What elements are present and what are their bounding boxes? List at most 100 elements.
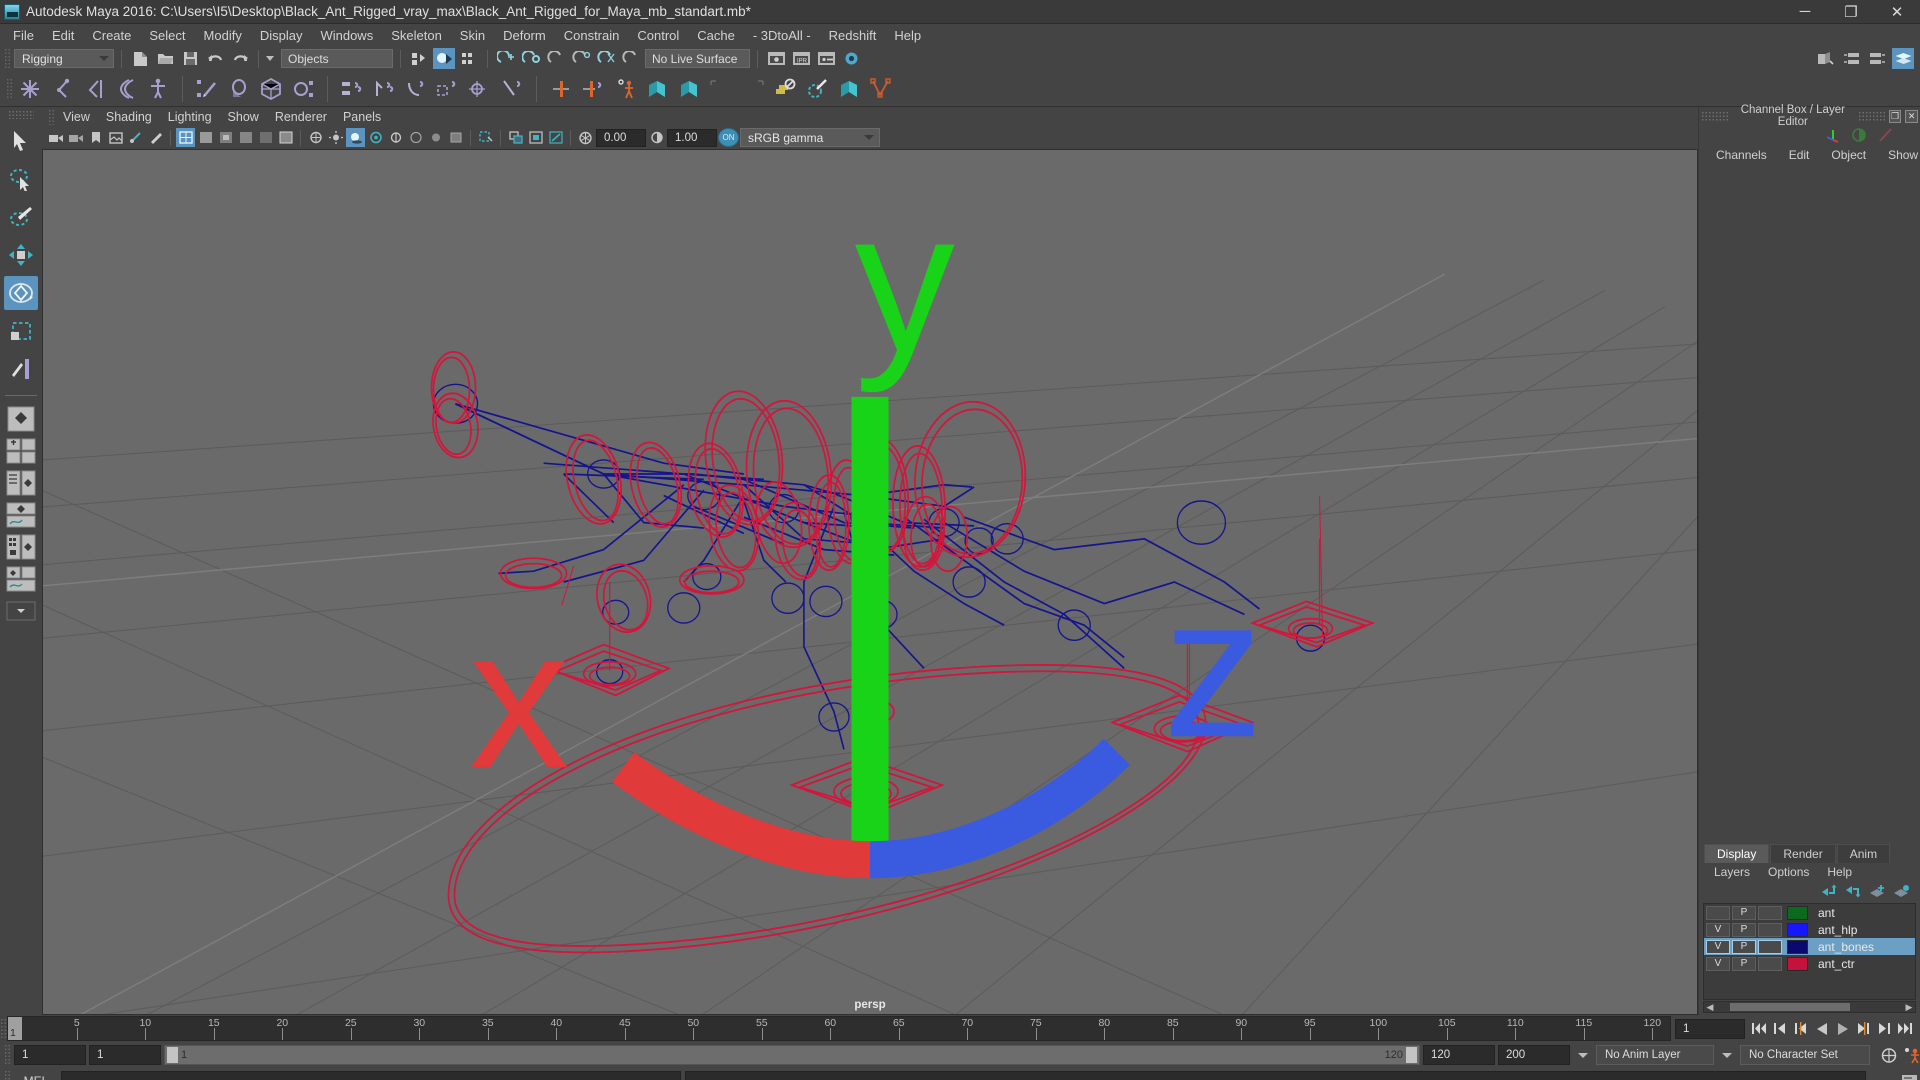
anim-layer-selector[interactable]: No Anim Layer: [1596, 1045, 1714, 1065]
viewport-grip[interactable]: [48, 108, 55, 125]
snap-to-grid-icon[interactable]: [495, 48, 517, 69]
animation-preferences-icon[interactable]: [1879, 1045, 1898, 1065]
half-circle-icon[interactable]: [1851, 127, 1868, 143]
range-start-handle[interactable]: [167, 1047, 178, 1063]
minimize-button[interactable]: ─: [1782, 0, 1828, 23]
menu-redshift[interactable]: Redshift: [820, 26, 886, 45]
snap-to-projected-center-icon[interactable]: [570, 48, 592, 69]
snap-to-curve-icon[interactable]: [520, 48, 542, 69]
quick-rig-icon[interactable]: [143, 74, 173, 104]
range-end-handle[interactable]: [1406, 1047, 1417, 1063]
layer-menu-help[interactable]: Help: [1818, 865, 1861, 879]
set-key-icon[interactable]: [546, 74, 576, 104]
blend-shape-edit-icon[interactable]: [674, 74, 704, 104]
perspective-viewport[interactable]: persp y x z: [42, 149, 1698, 1015]
layer-displaytype-toggle[interactable]: [1758, 922, 1782, 937]
time-slider-grip[interactable]: [0, 1017, 7, 1040]
layer-menu-layers[interactable]: Layers: [1705, 865, 1759, 879]
attribute-editor-icon[interactable]: [1840, 48, 1862, 69]
select-camera-icon[interactable]: [46, 128, 65, 147]
tool-settings-icon[interactable]: [1866, 48, 1888, 69]
cluster-deformer-icon[interactable]: [288, 74, 318, 104]
multisample-aa-icon[interactable]: [406, 128, 425, 147]
layer-displaytype-toggle[interactable]: [1758, 939, 1782, 954]
insert-joint-icon[interactable]: [111, 74, 141, 104]
new-layer-from-selected-icon[interactable]: [1893, 884, 1910, 898]
command-output-field[interactable]: [685, 1071, 1866, 1080]
character-set-selector[interactable]: No Character Set: [1740, 1045, 1870, 1065]
step-back-frame-button[interactable]: [1791, 1019, 1810, 1039]
xray-joints-icon[interactable]: [506, 128, 525, 147]
make-live-icon[interactable]: [620, 48, 642, 69]
go-to-end-button[interactable]: [1896, 1019, 1915, 1039]
move-layer-up-icon[interactable]: [1821, 884, 1838, 898]
layer-name[interactable]: ant: [1818, 906, 1835, 920]
new-layer-icon[interactable]: [1869, 884, 1886, 898]
maximize-button[interactable]: ❐: [1828, 0, 1874, 23]
texture-display-icon[interactable]: [306, 128, 325, 147]
layer-playback-toggle[interactable]: P: [1732, 922, 1756, 937]
layer-playback-toggle[interactable]: P: [1732, 956, 1756, 971]
render-settings-icon[interactable]: [815, 48, 837, 69]
scale-tool-button[interactable]: [4, 314, 38, 348]
create-ik-spline-icon[interactable]: [79, 74, 109, 104]
wireframe-shading-icon[interactable]: [176, 128, 195, 147]
step-back-keyframe-button[interactable]: [1770, 1019, 1789, 1039]
vp-menu-lighting[interactable]: Lighting: [160, 110, 220, 124]
range-start-field[interactable]: 1: [89, 1045, 161, 1065]
menu-select[interactable]: Select: [140, 26, 194, 45]
aim-constraint-icon[interactable]: [465, 74, 495, 104]
lasso-select-tool-button[interactable]: [4, 162, 38, 196]
layout-outliner-persp-button[interactable]: [4, 468, 38, 498]
panel-close-button[interactable]: ✕: [1905, 109, 1918, 123]
set-driven-key-icon[interactable]: [578, 74, 608, 104]
play-backwards-button[interactable]: [1812, 1019, 1831, 1039]
layer-displaytype-toggle[interactable]: [1758, 956, 1782, 971]
toolbox-grip[interactable]: [8, 110, 34, 119]
layer-row-ant-ctr[interactable]: V P ant_ctr: [1704, 955, 1915, 972]
layout-hypershade-button[interactable]: [4, 532, 38, 562]
panel-grip[interactable]: [1701, 110, 1728, 122]
snap-to-point-icon[interactable]: [545, 48, 567, 69]
layout-persp-graph-outliner-button[interactable]: [4, 564, 38, 594]
hypergraph-icon[interactable]: [1814, 48, 1836, 69]
menu-edit[interactable]: Edit: [43, 26, 83, 45]
layer-visibility-toggle[interactable]: V: [1706, 939, 1730, 954]
cb-menu-show[interactable]: Show: [1877, 148, 1920, 162]
layer-visibility-toggle[interactable]: V: [1706, 922, 1730, 937]
script-language-label[interactable]: MEL: [15, 1074, 57, 1080]
hierarchy-select-icon[interactable]: [408, 48, 430, 69]
layout-four-view-button[interactable]: [4, 436, 38, 466]
menu-deform[interactable]: Deform: [494, 26, 555, 45]
layout-persp-graph-button[interactable]: [4, 500, 38, 530]
rotate-tool-button[interactable]: [4, 276, 38, 310]
new-scene-icon[interactable]: [129, 48, 151, 69]
exposure-value-field[interactable]: 0.00: [596, 128, 646, 147]
scrollbar-thumb[interactable]: [1730, 1003, 1850, 1011]
layer-visibility-toggle[interactable]: [1706, 905, 1730, 920]
open-scene-icon[interactable]: [154, 48, 176, 69]
channel-box-content[interactable]: [1699, 164, 1920, 843]
flat-shade-icon[interactable]: [236, 128, 255, 147]
character-set-chevron-icon[interactable]: [1722, 1052, 1732, 1058]
gamma-value-field[interactable]: 1.00: [667, 128, 717, 147]
layer-visibility-toggle[interactable]: V: [1706, 956, 1730, 971]
layer-list[interactable]: P ant V P ant_hlp V P ant_bones V P ant_…: [1703, 903, 1916, 1000]
blend-shape-panel-icon[interactable]: [834, 74, 864, 104]
menu-control[interactable]: Control: [628, 26, 688, 45]
menuset-selector[interactable]: Rigging: [14, 49, 114, 68]
current-frame-field[interactable]: 1: [1675, 1018, 1745, 1039]
curve-edit-icon[interactable]: [866, 74, 896, 104]
scroll-right-arrow-icon[interactable]: ▶: [1903, 1002, 1915, 1013]
redo-icon[interactable]: [229, 48, 251, 69]
close-button[interactable]: ✕: [1874, 0, 1920, 23]
range-slider-bar[interactable]: 1 120: [164, 1045, 1420, 1065]
menu-skin[interactable]: Skin: [451, 26, 494, 45]
smooth-shade-all-icon[interactable]: [196, 128, 215, 147]
disable-deformers-icon[interactable]: [770, 74, 800, 104]
render-view-toggle-icon[interactable]: [840, 48, 862, 69]
smooth-shade-selected-icon[interactable]: [216, 128, 235, 147]
xray-mode-icon[interactable]: [476, 128, 495, 147]
character-set-icon[interactable]: [610, 74, 640, 104]
xray-active-components-icon[interactable]: [526, 128, 545, 147]
